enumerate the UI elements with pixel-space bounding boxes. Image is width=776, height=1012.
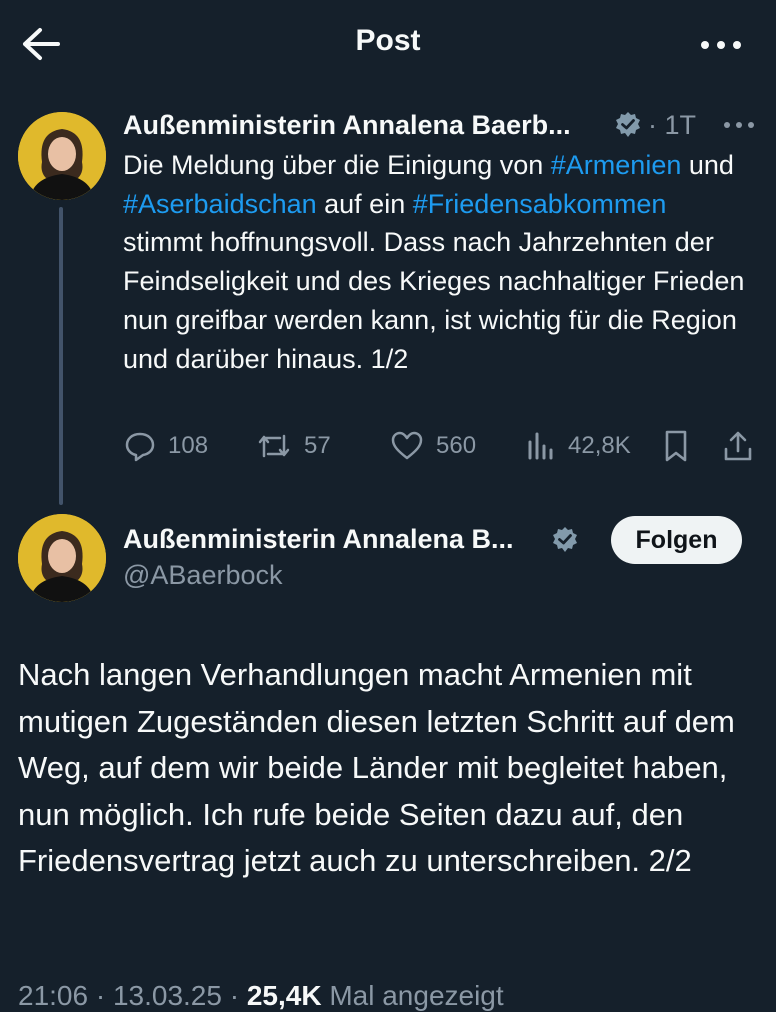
post-time[interactable]: · 1T — [648, 110, 696, 141]
verified-badge-icon — [551, 526, 579, 554]
post-footer-meta: 21:06 · 13.03.25 · 25,4K Mal angezeigt — [18, 980, 504, 1012]
reply-count: 108 — [168, 432, 209, 459]
avatar[interactable] — [18, 112, 106, 200]
follow-button[interactable]: Folgen — [611, 516, 742, 564]
like-count: 560 — [436, 432, 477, 459]
hashtag-link[interactable]: #Armenien — [551, 150, 682, 180]
more-options-icon[interactable] — [722, 118, 756, 132]
bookmark-button[interactable] — [662, 428, 690, 464]
author-name[interactable]: Außenministerin Annalena Baerb... — [123, 110, 571, 141]
more-options-icon[interactable] — [698, 30, 744, 60]
tweet-text-segment: stimmt hoffnungsvoll. Dass nach Jahrzehn… — [123, 227, 745, 374]
views-button[interactable]: 42,8K — [526, 428, 631, 464]
author-handle[interactable]: @ABaerbock — [123, 560, 282, 591]
page-title: Post — [355, 24, 421, 57]
view-count: 25,4K — [246, 980, 322, 1011]
views-count: 42,8K — [568, 432, 631, 459]
bookmark-icon — [665, 430, 687, 462]
thread-connector-line — [59, 207, 63, 505]
repost-button[interactable]: 57 — [256, 428, 331, 464]
tweet-text-segment: und — [681, 150, 734, 180]
repost-icon — [258, 434, 290, 458]
reply-button[interactable]: 108 — [124, 428, 208, 464]
post-timestamp[interactable]: 21:06 · 13.03.25 · — [18, 980, 247, 1011]
views-chart-icon — [528, 432, 553, 460]
repost-count: 57 — [304, 432, 331, 459]
like-button[interactable]: 560 — [390, 428, 476, 464]
tweet-text-segment: Die Meldung über die Einigung von — [123, 150, 551, 180]
reply-icon — [125, 432, 155, 462]
hashtag-link[interactable]: #Friedensabkommen — [413, 189, 667, 219]
top-bar: Post — [0, 0, 776, 90]
author-name[interactable]: Außenministerin Annalena B... — [123, 524, 514, 555]
tweet-text-segment: auf ein — [316, 188, 413, 219]
avatar[interactable] — [18, 514, 106, 602]
hashtag-link[interactable]: #Aserbaidschan — [123, 189, 317, 219]
share-button[interactable] — [722, 428, 754, 464]
tweet-text: Die Meldung über die Einigung von #Armen… — [123, 146, 753, 378]
views-label: Mal angezeigt — [321, 980, 504, 1011]
share-icon — [724, 431, 752, 461]
verified-badge-icon — [614, 111, 642, 139]
tweet-text: Nach langen Verhandlungen macht Armenien… — [18, 657, 735, 878]
heart-icon — [391, 431, 423, 460]
